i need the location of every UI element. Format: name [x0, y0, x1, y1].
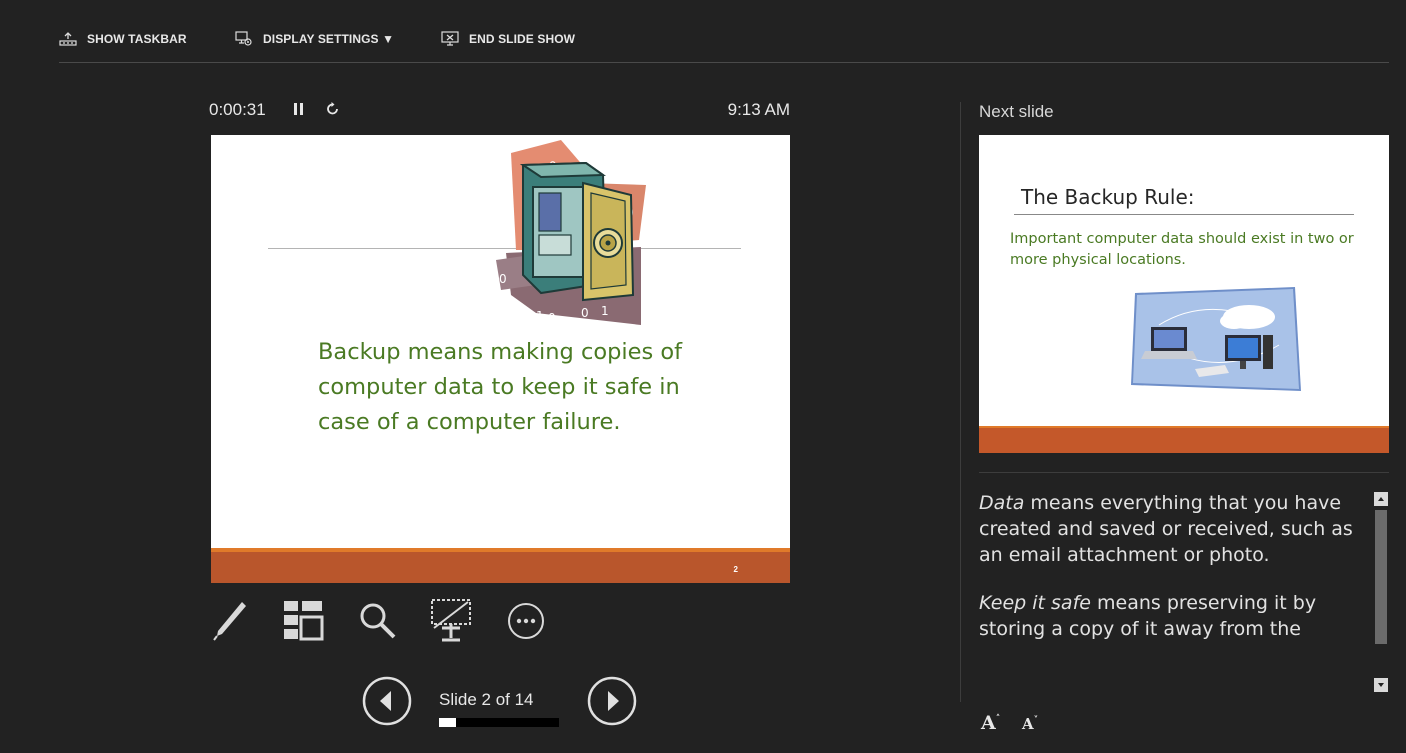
svg-text:0: 0: [499, 272, 507, 286]
decrease-font-button[interactable]: A˅: [1022, 715, 1038, 733]
slide-footer-band: [211, 552, 790, 583]
next-slide-text: Important computer data should exist in …: [1010, 231, 1354, 268]
end-show-icon: [441, 31, 459, 47]
next-slide-label: Next slide: [979, 102, 1054, 121]
restart-timer-icon[interactable]: [325, 101, 341, 122]
display-settings-label: DISPLAY SETTINGS ▼: [263, 32, 395, 46]
pen-icon[interactable]: [212, 598, 248, 647]
svg-text:0: 0: [548, 311, 556, 325]
more-options-icon[interactable]: [506, 601, 546, 646]
slide-body-text: Backup means making copies of computer d…: [318, 339, 683, 435]
safe-clipart: 0 1 0 0 0 0 1 0 0 1: [496, 140, 646, 325]
taskbar-icon: [59, 32, 77, 46]
next-arrow-icon: [587, 676, 637, 726]
end-slide-show-button[interactable]: END SLIDE SHOW: [441, 30, 575, 48]
notes-scrollbar[interactable]: [1374, 492, 1388, 696]
svg-text:0: 0: [526, 309, 534, 323]
svg-text:1: 1: [536, 309, 544, 323]
pane-divider: [960, 102, 961, 702]
end-slide-show-label: END SLIDE SHOW: [469, 32, 576, 46]
previous-slide-button[interactable]: [362, 676, 412, 726]
black-screen-icon[interactable]: [430, 598, 474, 649]
scroll-up-icon[interactable]: [1374, 492, 1388, 506]
show-taskbar-label: SHOW TASKBAR: [87, 32, 187, 46]
display-settings-icon: [235, 31, 253, 47]
presenter-toolbar: SHOW TASKBAR DISPLAY SETTINGS ▼ END SLID…: [0, 0, 1406, 62]
pause-timer-icon[interactable]: [293, 101, 305, 122]
next-slide-button[interactable]: [587, 676, 637, 726]
elapsed-timer: 0:00:31: [209, 100, 266, 119]
notes-divider: [979, 472, 1389, 473]
next-slide-title-rule: [1014, 214, 1354, 215]
notes-paragraph: Data means everything that you have crea…: [979, 492, 1353, 566]
toolbar-divider: [59, 62, 1389, 63]
slide-progress-bar: [439, 718, 559, 727]
current-slide[interactable]: 0 1 0 0 0 0 1 0 0 1 Backup means making …: [211, 135, 790, 583]
svg-text:1: 1: [601, 304, 609, 318]
slide-progress-fill: [439, 718, 456, 727]
svg-text:0: 0: [581, 306, 589, 320]
next-slide-title: The Backup Rule:: [1021, 185, 1195, 209]
speaker-notes[interactable]: Data means everything that you have crea…: [979, 490, 1354, 695]
zoom-icon[interactable]: [358, 601, 398, 646]
scroll-thumb[interactable]: [1375, 510, 1387, 644]
current-time: 9:13 AM: [727, 100, 790, 119]
scroll-down-icon[interactable]: [1374, 678, 1388, 692]
see-all-slides-icon[interactable]: [282, 600, 324, 647]
slide-number: 2: [733, 565, 738, 574]
display-settings-button[interactable]: DISPLAY SETTINGS ▼: [235, 30, 394, 48]
slide-counter[interactable]: Slide 2 of 14: [439, 690, 534, 710]
previous-arrow-icon: [362, 676, 412, 726]
increase-font-button[interactable]: A˄: [981, 712, 1000, 734]
notes-paragraph: Keep it safe means preserving it by stor…: [979, 592, 1317, 640]
next-slide-footer-band: [979, 428, 1389, 453]
network-devices-image: [1131, 287, 1301, 391]
next-slide-preview[interactable]: The Backup Rule: Important computer data…: [979, 135, 1389, 453]
show-taskbar-button[interactable]: SHOW TASKBAR: [59, 30, 187, 48]
